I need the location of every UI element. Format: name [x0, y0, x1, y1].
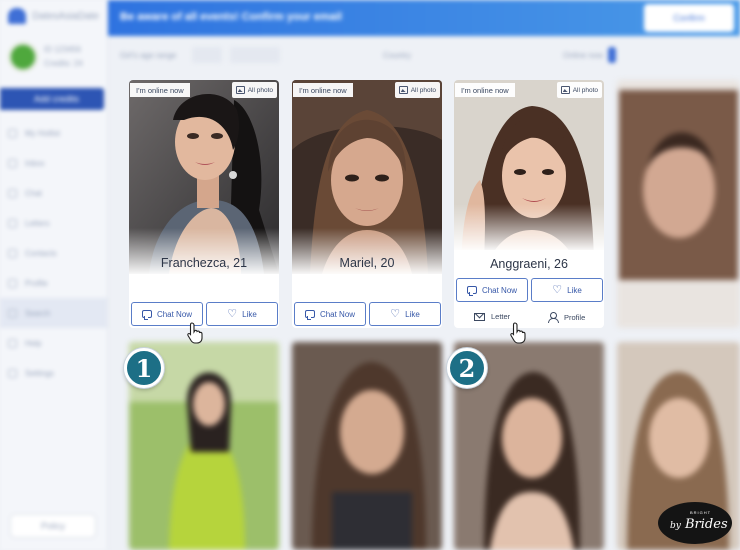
- profile-photo[interactable]: I'm online now All photo Mariel, 20: [292, 80, 442, 274]
- profile-card-blurred[interactable]: [617, 80, 740, 328]
- sidebar-icon: [8, 278, 17, 288]
- sidebar-item-contacts[interactable]: Contacts: [0, 238, 107, 268]
- sidebar-icon: [8, 218, 17, 228]
- profile-name: Anggraeni, 26: [490, 257, 568, 271]
- gallery-icon: [560, 86, 570, 94]
- profile-card[interactable]: I'm online now All photo Anggraeni, 26 A…: [454, 80, 604, 328]
- online-status-badge: I'm online now: [293, 83, 353, 97]
- watermark-small-text: BRIGHT: [690, 510, 712, 515]
- email-confirm-banner: Be aware of all events! Confirm your ema…: [108, 0, 740, 36]
- step-badge: 2: [447, 348, 487, 388]
- mail-icon: [474, 312, 485, 321]
- profile-photo[interactable]: I'm online now All photo Franchezca, 21: [129, 80, 279, 274]
- logo-icon: [8, 8, 27, 24]
- like-button[interactable]: ♡ Like: [206, 302, 278, 326]
- sidebar-icon: [8, 248, 17, 258]
- heart-icon: ♡: [552, 283, 563, 296]
- chat-now-button[interactable]: Chat Now: [294, 302, 366, 326]
- all-photo-button[interactable]: All photo: [394, 82, 440, 98]
- sidebar-item-hotlist[interactable]: My Hotlist: [0, 118, 107, 148]
- sidebar: DatesAsiaDate ID 123456 Credits: 24 Add …: [0, 0, 108, 550]
- profile-card-blurred[interactable]: [292, 342, 442, 550]
- hand-cursor-icon: [187, 322, 203, 344]
- chat-now-button[interactable]: Chat Now: [456, 278, 528, 302]
- sidebar-item-letters[interactable]: Letters: [0, 208, 107, 238]
- user-icon: [548, 312, 559, 323]
- user-profile[interactable]: ID 123456 Credits: 24: [0, 32, 107, 82]
- hand-cursor-icon: [510, 322, 526, 344]
- age-to-select[interactable]: [230, 47, 280, 63]
- sidebar-item-help[interactable]: Help: [0, 328, 107, 358]
- policy-button[interactable]: Policy: [10, 514, 96, 538]
- filter-age-label: Girl's age range: [120, 51, 177, 60]
- watermark-brand-text: Brides: [685, 517, 728, 532]
- add-credits-button[interactable]: Add credits: [0, 88, 104, 110]
- sidebar-icon: [8, 308, 17, 318]
- age-from-select[interactable]: [192, 47, 222, 63]
- logo-text: DatesAsiaDate: [32, 10, 99, 22]
- profile-card[interactable]: I'm online now All photo Mariel, 20 Chat…: [292, 80, 442, 328]
- sidebar-icon: [8, 338, 17, 348]
- profile-name: Franchezca, 21: [160, 256, 248, 270]
- sidebar-icon: [8, 188, 17, 198]
- chat-icon: [141, 310, 152, 320]
- chat-icon: [304, 310, 315, 320]
- profile-id: ID 123456: [44, 45, 81, 54]
- filter-online-label: Online now: [563, 51, 604, 60]
- filter-country-label: Country: [383, 51, 412, 60]
- brand-watermark: BRIGHT by Brides: [658, 502, 732, 544]
- sidebar-item-search[interactable]: Search: [0, 298, 107, 328]
- heart-icon: ♡: [390, 307, 401, 320]
- like-button[interactable]: ♡ Like: [369, 302, 441, 326]
- profile-card[interactable]: I'm online now All photo Franchezca, 21 …: [129, 80, 279, 328]
- avatar: [8, 42, 38, 72]
- sidebar-item-inbox[interactable]: Inbox: [0, 148, 107, 178]
- sidebar-icon: [8, 158, 17, 168]
- sidebar-item-settings[interactable]: Settings: [0, 358, 107, 388]
- search-filters: Girl's age range Country Online now: [108, 40, 740, 70]
- letter-link[interactable]: Letter: [474, 312, 510, 321]
- confirm-email-button[interactable]: Confirm: [644, 4, 734, 32]
- like-button[interactable]: ♡ Like: [531, 278, 603, 302]
- step-badge: 1: [124, 348, 164, 388]
- gallery-icon: [398, 86, 408, 94]
- all-photo-button[interactable]: All photo: [231, 82, 277, 98]
- all-photo-button[interactable]: All photo: [556, 82, 602, 98]
- sidebar-icon: [8, 368, 17, 378]
- sidebar-icon: [8, 128, 17, 138]
- heart-icon: ♡: [227, 307, 238, 320]
- online-toggle[interactable]: [608, 47, 616, 63]
- gallery-icon: [235, 86, 245, 94]
- profile-credits: Credits: 24: [44, 59, 83, 68]
- online-status-badge: I'm online now: [130, 83, 190, 97]
- online-status-badge: I'm online now: [455, 83, 515, 97]
- chat-icon: [466, 286, 477, 296]
- watermark-by-text: by: [670, 521, 681, 531]
- profile-name: Mariel, 20: [339, 256, 395, 270]
- banner-text: Be aware of all events! Confirm your ema…: [120, 11, 342, 23]
- sidebar-item-chat[interactable]: Chat: [0, 178, 107, 208]
- app-logo[interactable]: DatesAsiaDate: [0, 0, 107, 32]
- sidebar-item-profile[interactable]: Profile: [0, 268, 107, 298]
- profile-link[interactable]: Profile: [548, 312, 585, 323]
- profile-photo[interactable]: I'm online now All photo Anggraeni, 26: [454, 80, 604, 250]
